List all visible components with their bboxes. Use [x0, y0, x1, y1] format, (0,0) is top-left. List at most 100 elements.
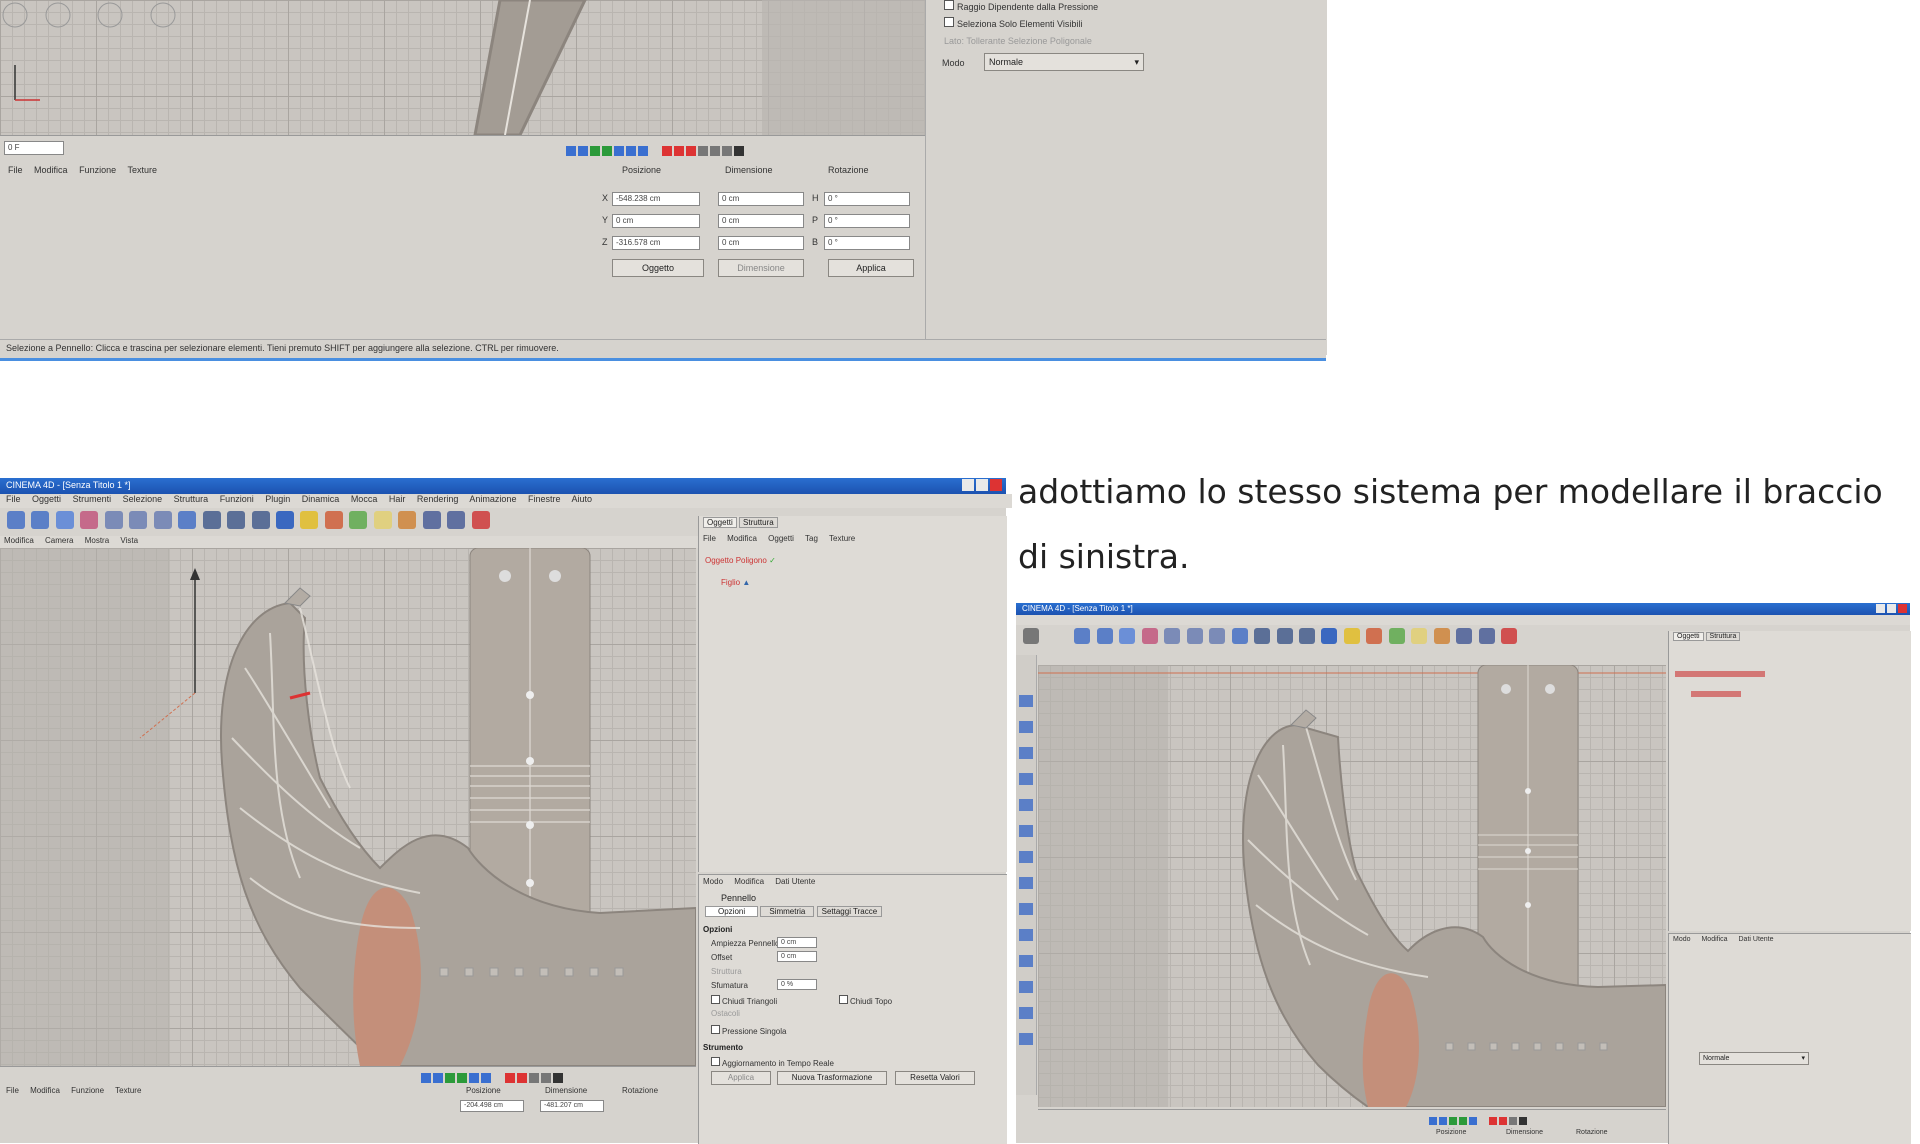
menu-selezione[interactable]: Selezione: [123, 494, 163, 504]
menu-animazione[interactable]: Animazione: [469, 494, 516, 504]
render-region-icon[interactable]: [1276, 628, 1293, 644]
attr-menu-modo[interactable]: Modo: [703, 877, 723, 886]
right-menubar[interactable]: [1016, 615, 1910, 625]
close-icon[interactable]: [1898, 604, 1907, 613]
checkbox-icon[interactable]: [944, 17, 954, 27]
object-row-child[interactable]: [1691, 691, 1741, 697]
param-sfumatura-field[interactable]: 0 %: [777, 979, 817, 990]
reset-values-button[interactable]: Resetta Valori: [895, 1071, 975, 1085]
nurbs-icon[interactable]: [324, 511, 343, 529]
window-controls[interactable]: [960, 479, 1002, 493]
move-tool-icon[interactable]: [7, 511, 25, 529]
rotate-tool-icon[interactable]: [1119, 628, 1136, 644]
left-timeline[interactable]: [0, 1066, 696, 1083]
render-settings-icon[interactable]: [251, 511, 270, 529]
z-axis-icon[interactable]: [153, 511, 172, 529]
pos-z-field[interactable]: -316.578 cm: [612, 236, 700, 250]
rot-p-field[interactable]: 0 °: [824, 214, 910, 228]
size-y-field[interactable]: 0 cm: [718, 214, 804, 228]
tab-opzioni[interactable]: Opzioni: [705, 906, 759, 917]
render-region-icon[interactable]: [227, 511, 246, 529]
chk-chiudi-triangoli[interactable]: Chiudi Triangoli: [711, 995, 777, 1006]
left-viewport[interactable]: [0, 548, 696, 1066]
minimize-icon[interactable]: [1876, 604, 1885, 613]
spline-icon[interactable]: [1343, 628, 1360, 644]
target-icon[interactable]: [1501, 628, 1518, 644]
checkbox-icon[interactable]: [839, 995, 848, 1004]
menu-hair[interactable]: Hair: [389, 494, 406, 504]
dimension-mode-dropdown[interactable]: Dimensione: [718, 259, 804, 277]
spline-icon[interactable]: [300, 511, 319, 529]
mode-dropdown[interactable]: Normale ▾: [1699, 1052, 1809, 1065]
mode-dropdown[interactable]: Normale ▾: [984, 53, 1144, 71]
param-offset-field[interactable]: 0 cm: [777, 951, 817, 962]
menu-dinamica[interactable]: Dinamica: [302, 494, 340, 504]
scene-icon[interactable]: [398, 511, 417, 529]
light-icon[interactable]: [447, 511, 466, 529]
view-menu-mostra[interactable]: Mostra: [85, 536, 109, 545]
coord-system-icon[interactable]: [1231, 628, 1248, 644]
menu-texture[interactable]: Texture: [127, 165, 157, 175]
rot-h-field[interactable]: 0 °: [824, 192, 910, 206]
menu-strumenti[interactable]: Strumenti: [73, 494, 112, 504]
menu-struttura[interactable]: Struttura: [174, 494, 209, 504]
scene-icon[interactable]: [1433, 628, 1450, 644]
attr-menu-modo[interactable]: Modo: [1673, 936, 1691, 943]
pos-y-field[interactable]: 0 cm: [612, 214, 700, 228]
obj-menu-tag[interactable]: Tag: [805, 534, 818, 543]
menu-modifica[interactable]: Modifica: [34, 165, 68, 175]
checkbox-icon[interactable]: [944, 0, 954, 10]
deformer-icon[interactable]: [1411, 628, 1428, 644]
pos-x-field[interactable]: -548.238 cm: [612, 192, 700, 206]
close-icon[interactable]: [990, 479, 1002, 491]
checkbox-icon[interactable]: [711, 995, 720, 1004]
cube-icon[interactable]: [1321, 628, 1338, 644]
deformer-icon[interactable]: [373, 511, 392, 529]
nurbs-icon[interactable]: [1366, 628, 1383, 644]
view-menu-camera[interactable]: Camera: [45, 536, 73, 545]
array-icon[interactable]: [1388, 628, 1405, 644]
menu-file[interactable]: File: [8, 165, 23, 175]
menu-oggetti[interactable]: Oggetti: [32, 494, 61, 504]
object-row-poly[interactable]: Oggetto Poligono ✓: [705, 556, 776, 565]
new-transform-button[interactable]: Nuova Trasformazione: [777, 1071, 887, 1085]
obj-menu-texture[interactable]: Texture: [829, 534, 855, 543]
tab-settaggi-tracce[interactable]: Settaggi Tracce: [816, 906, 883, 917]
window-controls[interactable]: [1874, 604, 1907, 615]
move-tool-icon[interactable]: [1074, 628, 1091, 644]
x-axis-icon[interactable]: [1164, 628, 1181, 644]
menu-file[interactable]: File: [6, 494, 21, 504]
size-z-field[interactable]: 0 cm: [718, 236, 804, 250]
attr-menu-modifica[interactable]: Modifica: [734, 877, 764, 886]
option-tolerant-selection[interactable]: Lato: Tollerante Selezione Poligonale: [944, 36, 1092, 46]
menu-funzione[interactable]: Funzione: [71, 1086, 104, 1095]
render-view-icon[interactable]: [1254, 628, 1271, 644]
chk-realtime[interactable]: Aggiornamento in Tempo Reale: [711, 1057, 834, 1068]
side-tool-icons[interactable]: [1019, 695, 1033, 1055]
live-select-icon[interactable]: [80, 511, 99, 529]
object-mode-dropdown[interactable]: Oggetto: [612, 259, 704, 277]
option-pressure-radius[interactable]: Raggio Dipendente dalla Pressione: [944, 0, 1098, 12]
camera-icon[interactable]: [422, 511, 441, 529]
chk-pressione-singola[interactable]: Pressione Singola: [711, 1025, 786, 1036]
chk-chiudi-topo[interactable]: Chiudi Topo: [839, 995, 892, 1006]
menu-finestre[interactable]: Finestre: [528, 494, 561, 504]
y-axis-icon[interactable]: [1186, 628, 1203, 644]
live-select-icon[interactable]: [1141, 628, 1158, 644]
object-row-child[interactable]: Figlio ▲: [721, 578, 750, 587]
obj-menu-modifica[interactable]: Modifica: [727, 534, 757, 543]
attr-menu-dati-utente[interactable]: Dati Utente: [1739, 936, 1774, 943]
right-playback-controls[interactable]: [1428, 1112, 1528, 1130]
maximize-icon[interactable]: [1887, 604, 1896, 613]
menu-rendering[interactable]: Rendering: [417, 494, 459, 504]
obj-menu-file[interactable]: File: [703, 534, 716, 543]
tab-simmetria[interactable]: Simmetria: [760, 906, 815, 917]
scale-tool-icon[interactable]: [31, 511, 50, 529]
menu-aiuto[interactable]: Aiuto: [572, 494, 593, 504]
object-row-poly[interactable]: [1675, 671, 1765, 677]
checkbox-icon[interactable]: [711, 1057, 720, 1066]
right-viewport[interactable]: [1038, 665, 1666, 1107]
attr-menu-dati-utente[interactable]: Dati Utente: [775, 877, 815, 886]
rotate-tool-icon[interactable]: [55, 511, 74, 529]
right-timeline[interactable]: [1038, 1109, 1666, 1125]
